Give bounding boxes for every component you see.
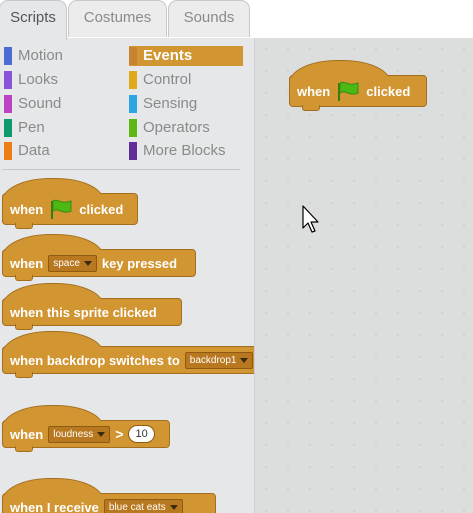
block-label: when xyxy=(10,201,44,217)
block-palette: Motion Looks Sound Pen Data Events Contr… xyxy=(0,38,254,513)
dropdown-arrow-icon xyxy=(240,357,249,363)
color-swatch xyxy=(4,71,12,89)
dropdown-arrow-icon xyxy=(83,260,92,266)
category-label: Motion xyxy=(18,47,64,64)
block-label: when this sprite clicked xyxy=(10,304,157,320)
number-input[interactable]: 10 xyxy=(128,425,155,443)
category-label: More Blocks xyxy=(143,142,226,159)
color-swatch xyxy=(129,71,137,89)
block-label: when I receive xyxy=(10,499,99,513)
dropdown-arrow-icon xyxy=(97,431,106,437)
block-when-sprite-clicked[interactable]: when this sprite clicked xyxy=(2,283,182,330)
tab-scripts[interactable]: Scripts xyxy=(0,0,67,40)
block-label: when backdrop switches to xyxy=(10,352,180,368)
backdrop-dropdown[interactable]: backdrop1 xyxy=(184,351,254,369)
category-label: Looks xyxy=(18,71,59,88)
script-area[interactable]: when clicked xyxy=(255,38,473,513)
mouse-cursor-icon xyxy=(302,205,319,233)
category-label: Pen xyxy=(18,119,45,136)
color-swatch xyxy=(4,95,12,113)
color-swatch xyxy=(4,47,12,65)
palette-divider xyxy=(2,169,240,170)
key-dropdown[interactable]: space xyxy=(48,254,97,272)
category-events[interactable]: Events xyxy=(129,46,243,66)
green-flag-icon xyxy=(338,81,359,101)
block-when-key-pressed[interactable]: when space key pressed xyxy=(2,234,196,281)
block-label: clicked xyxy=(366,83,411,99)
color-swatch xyxy=(129,47,137,65)
tab-bar: Costumes Sounds Scripts xyxy=(0,0,473,40)
color-swatch xyxy=(129,119,137,137)
block-when-i-receive[interactable]: when I receive blue cat eats xyxy=(2,478,216,513)
block-content: when loudness > 10 xyxy=(10,421,155,447)
block-label: when xyxy=(297,83,331,99)
category-label: Events xyxy=(143,47,193,64)
block-content: when this sprite clicked xyxy=(10,299,157,325)
block-label: clicked xyxy=(79,201,124,217)
block-when-flag-clicked[interactable]: when clicked xyxy=(2,178,138,229)
block-when-sensor-greater[interactable]: when loudness > 10 xyxy=(2,405,170,452)
dropdown-value: loudness xyxy=(53,428,94,440)
block-content: when clicked xyxy=(10,194,123,224)
sensor-dropdown[interactable]: loudness xyxy=(48,425,111,443)
category-label: Operators xyxy=(143,119,210,136)
category-label: Sensing xyxy=(143,95,198,112)
dropdown-value: backdrop1 xyxy=(189,354,237,366)
tab-costumes[interactable]: Costumes xyxy=(68,0,167,37)
block-content: when backdrop switches to backdrop1 xyxy=(10,347,254,373)
category-label: Data xyxy=(18,142,50,159)
category-label: Control xyxy=(143,71,192,88)
green-flag-icon xyxy=(51,199,72,219)
color-swatch xyxy=(4,142,12,160)
color-swatch xyxy=(4,119,12,137)
block-content: when clicked xyxy=(297,76,410,106)
dropdown-arrow-icon xyxy=(169,504,178,510)
block-content: when I receive blue cat eats xyxy=(10,494,183,513)
tab-sounds[interactable]: Sounds xyxy=(168,0,250,37)
category-label: Sound xyxy=(18,95,62,112)
dropdown-value: blue cat eats xyxy=(108,501,166,513)
block-label: when xyxy=(10,426,44,442)
message-dropdown[interactable]: blue cat eats xyxy=(103,498,183,513)
color-swatch xyxy=(129,142,137,160)
block-when-backdrop-switches[interactable]: when backdrop switches to backdrop1 xyxy=(2,331,254,378)
operator-symbol: > xyxy=(115,426,124,442)
block-label: when xyxy=(10,255,44,271)
script-block-when-flag-clicked[interactable]: when clicked xyxy=(289,60,427,111)
color-swatch xyxy=(129,95,137,113)
dropdown-value: space xyxy=(53,257,80,269)
block-label: key pressed xyxy=(101,255,178,271)
block-content: when space key pressed xyxy=(10,250,177,276)
